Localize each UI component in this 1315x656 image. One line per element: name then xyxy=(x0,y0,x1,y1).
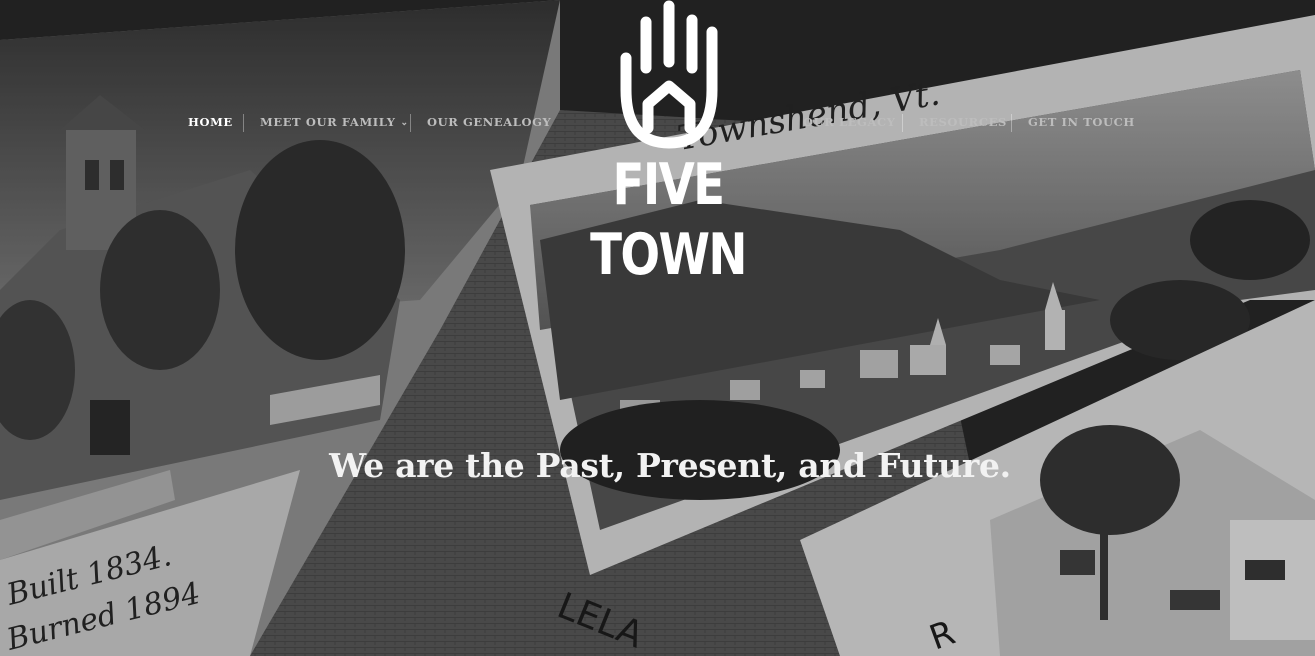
nav-divider xyxy=(902,114,903,132)
nav-our-legacy[interactable]: OUR LEGACY xyxy=(803,114,896,130)
site-logo[interactable]: FIVE TOWN xyxy=(552,0,784,288)
nav-resources[interactable]: RESOURCES xyxy=(919,114,1007,130)
hand-house-icon xyxy=(620,0,718,149)
nav-get-in-touch[interactable]: GET IN TOUCH xyxy=(1028,114,1135,130)
chevron-down-icon: ⌄ xyxy=(400,118,409,128)
nav-divider xyxy=(410,114,411,132)
nav-home[interactable]: HOME xyxy=(188,114,233,130)
nav-divider xyxy=(243,114,244,132)
nav-meet-our-family-label: MEET OUR FAMILY xyxy=(260,115,396,129)
hero-tagline: We are the Past, Present, and Future. xyxy=(329,446,1011,485)
nav-divider xyxy=(1011,114,1012,132)
nav-our-genealogy[interactable]: OUR GENEALOGY xyxy=(427,114,551,130)
nav-meet-our-family[interactable]: MEET OUR FAMILY ⌄ xyxy=(260,114,409,130)
logo-text: FIVE TOWN xyxy=(590,152,747,288)
